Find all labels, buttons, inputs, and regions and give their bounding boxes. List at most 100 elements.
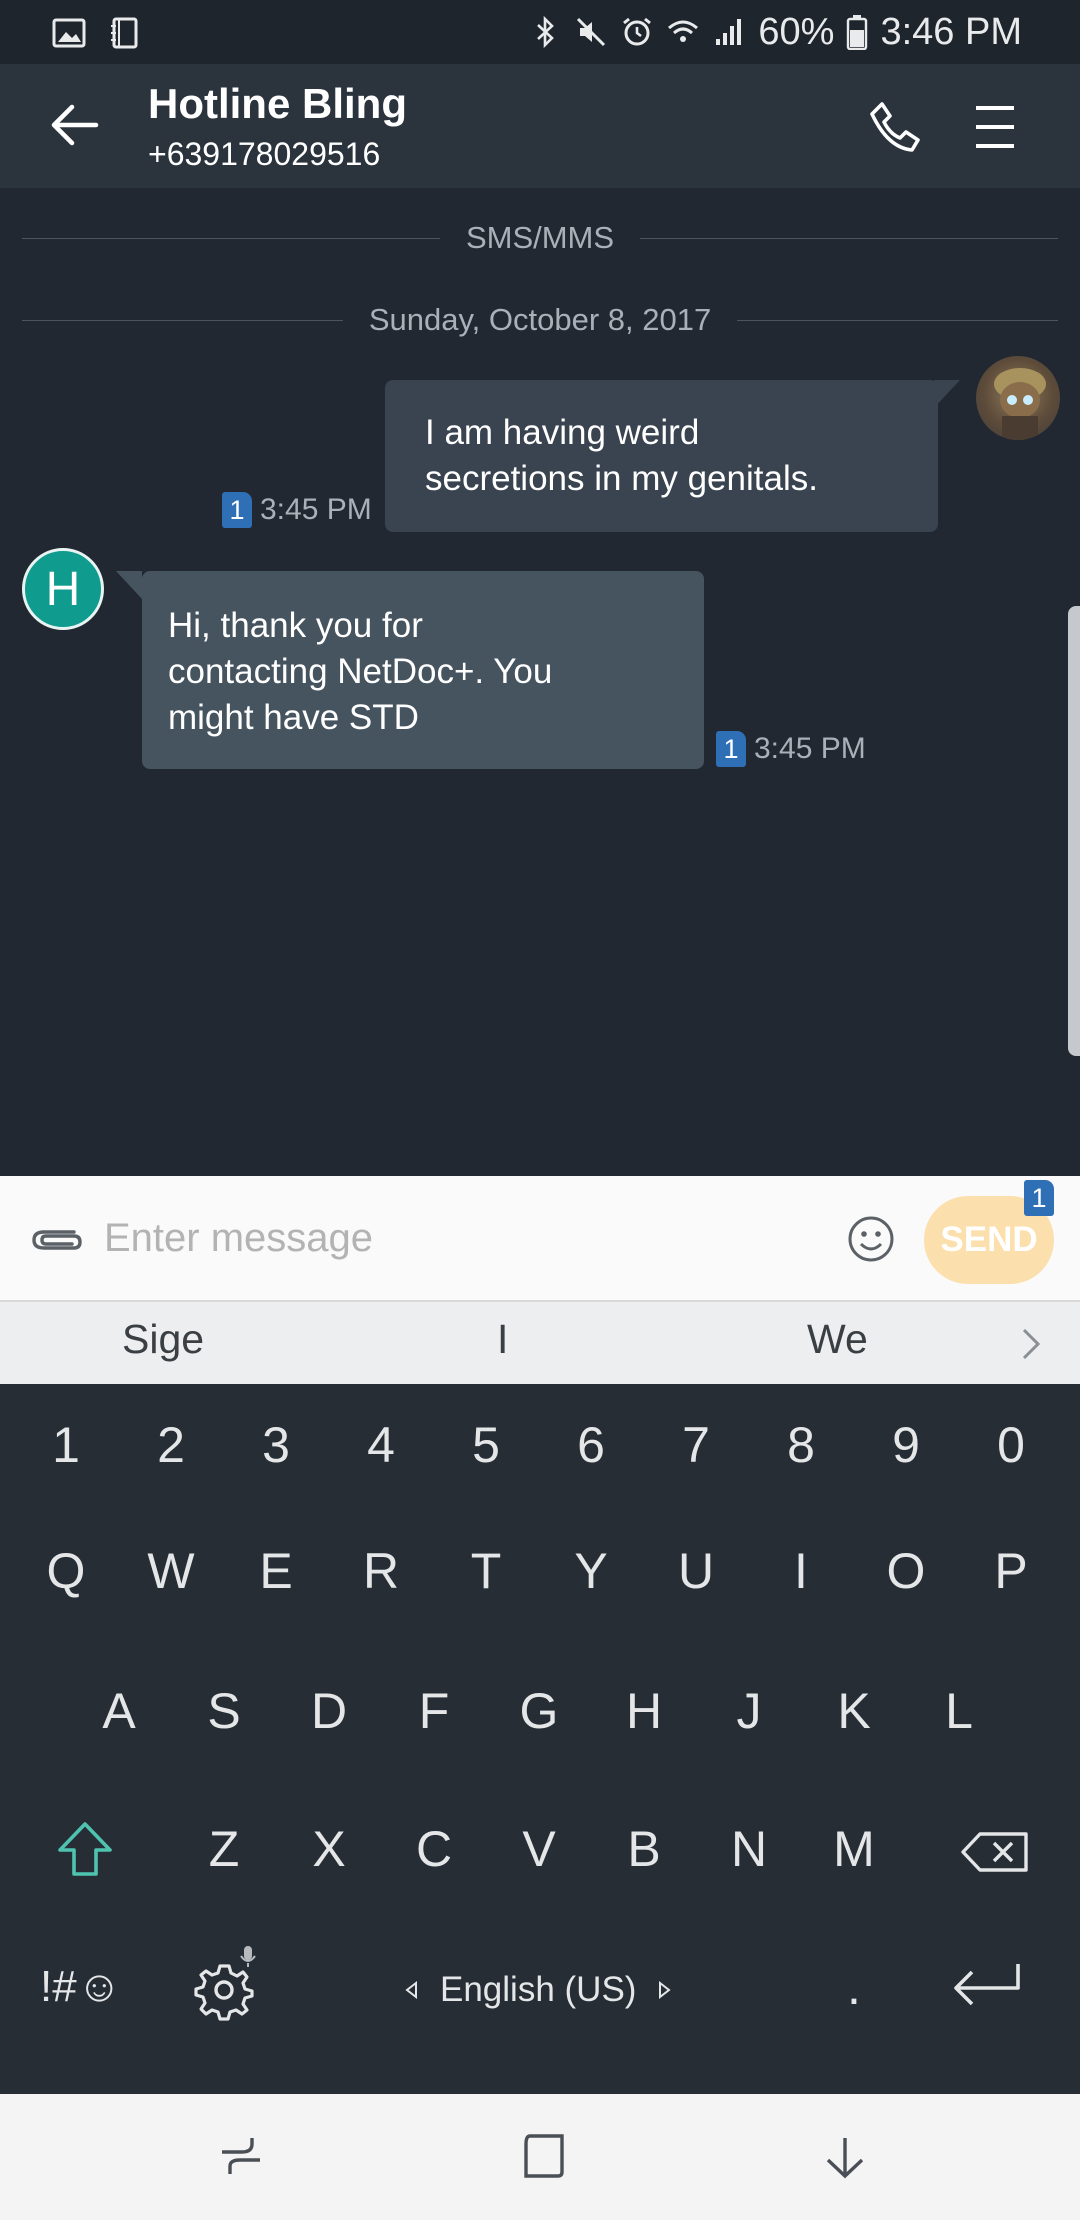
contact-name: Hotline Bling xyxy=(148,80,407,127)
mute-icon xyxy=(577,17,606,47)
key-1[interactable]: 1 xyxy=(26,1416,106,1474)
message-text-line: I am having weird xyxy=(425,413,700,452)
key-t[interactable]: T xyxy=(446,1542,526,1600)
key-r[interactable]: R xyxy=(341,1542,421,1600)
conversation-header: Hotline Bling +639178029516 xyxy=(0,64,1080,188)
suggestion-item[interactable]: Sige xyxy=(122,1316,204,1363)
key-q[interactable]: Q xyxy=(26,1542,106,1600)
key-n[interactable]: N xyxy=(709,1820,789,1878)
key-v[interactable]: V xyxy=(499,1820,579,1878)
key-a[interactable]: A xyxy=(79,1682,159,1740)
home-icon[interactable] xyxy=(520,2132,566,2180)
my-avatar[interactable] xyxy=(976,356,1060,440)
message-text-line: Hi, thank you for xyxy=(168,606,423,645)
key-k[interactable]: K xyxy=(814,1682,894,1740)
key-x[interactable]: X xyxy=(289,1820,369,1878)
key-s[interactable]: S xyxy=(184,1682,264,1740)
menu-icon[interactable] xyxy=(974,102,1016,152)
sim-badge: 1 xyxy=(716,731,746,767)
message-input[interactable] xyxy=(104,1206,804,1270)
contact-avatar[interactable]: H xyxy=(22,548,104,630)
key-4[interactable]: 4 xyxy=(341,1416,421,1474)
outgoing-message-meta: 1 3:45 PM xyxy=(222,492,372,528)
gallery-notification-icon xyxy=(52,18,86,48)
message-composer: SEND xyxy=(0,1176,1080,1302)
navigation-bar xyxy=(0,2094,1080,2220)
key-3[interactable]: 3 xyxy=(236,1416,316,1474)
key-j[interactable]: J xyxy=(709,1682,789,1740)
key-2[interactable]: 2 xyxy=(131,1416,211,1474)
shift-icon[interactable] xyxy=(56,1820,114,1878)
symbols-key[interactable]: !#☺ xyxy=(40,1962,150,2012)
message-text-line: secretions in my genitals. xyxy=(425,459,818,498)
key-5[interactable]: 5 xyxy=(446,1416,526,1474)
date-label: Sunday, October 8, 2017 xyxy=(368,302,712,337)
status-notification-icons xyxy=(52,16,142,50)
suggestion-item[interactable]: I xyxy=(497,1316,508,1363)
key-w[interactable]: W xyxy=(131,1542,211,1600)
message-text-line: contacting NetDoc+. You xyxy=(168,652,553,691)
recent-apps-icon[interactable] xyxy=(218,2134,264,2180)
on-screen-keyboard: 1 2 3 4 5 6 7 8 9 0 Q W E R T Y U I O P … xyxy=(0,1384,1080,2094)
phone-call-icon[interactable] xyxy=(868,100,922,154)
chevron-right-icon[interactable] xyxy=(1016,1324,1046,1364)
key-c[interactable]: C xyxy=(394,1820,474,1878)
channel-label: SMS/MMS xyxy=(465,220,615,255)
key-8[interactable]: 8 xyxy=(761,1416,841,1474)
bluetooth-icon xyxy=(537,15,555,49)
status-bar: 60% 3:46 PM xyxy=(0,0,1080,64)
chevron-left-icon xyxy=(405,1981,417,1999)
key-7[interactable]: 7 xyxy=(656,1416,736,1474)
message-time: 3:45 PM xyxy=(260,493,372,526)
wifi-icon xyxy=(668,20,699,42)
language-spacebar[interactable]: English (US) xyxy=(404,1970,672,2010)
key-l[interactable]: L xyxy=(919,1682,999,1740)
key-9[interactable]: 9 xyxy=(866,1416,946,1474)
backspace-icon[interactable] xyxy=(960,1830,1030,1874)
scrollbar[interactable] xyxy=(1068,606,1080,1056)
battery-percent: 60% xyxy=(758,10,835,53)
key-0[interactable]: 0 xyxy=(971,1416,1051,1474)
key-d[interactable]: D xyxy=(289,1682,369,1740)
clock: 3:46 PM xyxy=(880,10,1022,53)
key-i[interactable]: I xyxy=(761,1542,841,1600)
key-g[interactable]: G xyxy=(499,1682,579,1740)
key-o[interactable]: O xyxy=(866,1542,946,1600)
contact-phone-number: +639178029516 xyxy=(148,136,381,172)
attach-paperclip-icon[interactable] xyxy=(30,1218,84,1258)
key-p[interactable]: P xyxy=(971,1542,1051,1600)
sim-badge: 1 xyxy=(222,492,252,528)
key-e[interactable]: E xyxy=(236,1542,316,1600)
alarm-icon xyxy=(623,17,652,46)
signal-icon xyxy=(716,19,742,45)
word-suggestion-bar: Sige I We xyxy=(0,1302,1080,1384)
avatar-picture xyxy=(994,368,1046,440)
enter-icon[interactable] xyxy=(948,1960,1024,2014)
back-arrow-icon[interactable] xyxy=(50,100,100,150)
message-text-line: might have STD xyxy=(168,698,419,737)
send-sim-badge: 1 xyxy=(1024,1180,1054,1216)
battery-icon xyxy=(847,15,868,50)
key-y[interactable]: Y xyxy=(551,1542,631,1600)
incoming-message-bubble[interactable]: Hi, thank you for contacting NetDoc+. Yo… xyxy=(116,571,704,769)
key-z[interactable]: Z xyxy=(184,1820,264,1878)
emoji-icon[interactable] xyxy=(846,1214,896,1264)
back-down-arrow-icon[interactable] xyxy=(822,2134,868,2180)
status-system-icons: 60% 3:46 PM xyxy=(528,8,1022,56)
settings-gear-icon[interactable] xyxy=(190,1944,262,2022)
key-m[interactable]: M xyxy=(814,1820,894,1878)
key-b[interactable]: B xyxy=(604,1820,684,1878)
period-key[interactable]: . xyxy=(814,1958,894,2016)
channel-divider: SMS/MMS xyxy=(22,218,1058,258)
key-f[interactable]: F xyxy=(394,1682,474,1740)
chevron-right-small-icon xyxy=(659,1981,672,1999)
message-time: 3:45 PM xyxy=(754,732,866,765)
outgoing-message-bubble[interactable]: I am having weird secretions in my genit… xyxy=(385,380,960,532)
key-h[interactable]: H xyxy=(604,1682,684,1740)
key-6[interactable]: 6 xyxy=(551,1416,631,1474)
incoming-message-meta: 1 3:45 PM xyxy=(716,731,866,767)
language-label: English (US) xyxy=(440,1970,637,2009)
notebook-notification-icon xyxy=(111,17,138,49)
key-u[interactable]: U xyxy=(656,1542,736,1600)
suggestion-item[interactable]: We xyxy=(807,1316,868,1363)
